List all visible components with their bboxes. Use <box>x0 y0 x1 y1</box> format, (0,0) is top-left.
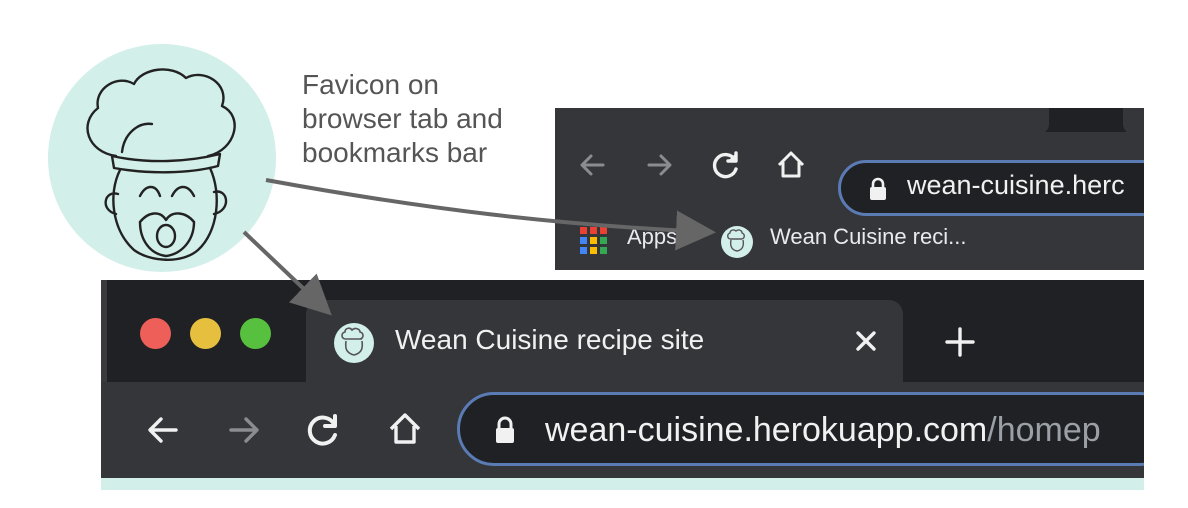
callout-arrows <box>242 178 716 316</box>
arrow-to-bookmark-favicon <box>265 178 716 251</box>
arrow-to-tab-favicon <box>242 230 332 316</box>
